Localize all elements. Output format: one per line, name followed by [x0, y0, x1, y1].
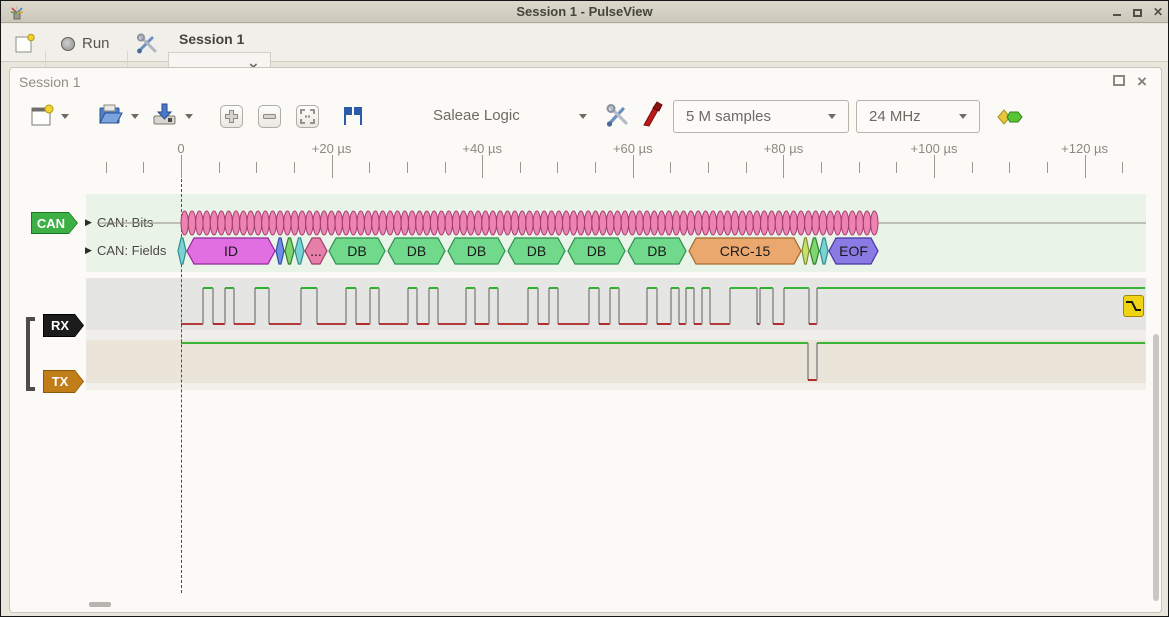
time-cursor-line[interactable]: [181, 179, 182, 593]
ruler-label: +100 µs: [911, 141, 958, 156]
configure-device-icon[interactable]: [604, 103, 630, 129]
ruler-tick: [708, 162, 709, 173]
ruler-tick: [746, 162, 747, 173]
main-toolbar: Run Session 1 ×: [1, 24, 1168, 62]
channel-group-bracket: [26, 317, 35, 391]
rx-tag-label: RX: [44, 315, 83, 336]
ruler-tick: [106, 162, 107, 173]
row-gap: [86, 383, 1146, 390]
ruler-tick: [896, 162, 897, 173]
ruler-tick: [633, 155, 634, 178]
ruler-tick: [783, 155, 784, 178]
panel-title: Session 1: [19, 74, 80, 90]
ruler-label: +120 µs: [1061, 141, 1108, 156]
open-file-dropdown-arrow[interactable]: [131, 114, 139, 119]
ruler-tick: [219, 162, 220, 173]
zoom-out-button[interactable]: [258, 105, 281, 128]
ruler-label: +40 µs: [462, 141, 502, 156]
open-file-icon[interactable]: [97, 102, 124, 128]
decoder-tag-label: CAN: [32, 213, 77, 233]
show-cursors-icon[interactable]: [341, 105, 365, 127]
tx-trace-background[interactable]: [86, 340, 1146, 383]
ruler-label: +20 µs: [312, 141, 352, 156]
zoom-in-button[interactable]: [220, 105, 243, 128]
ruler-tick: [557, 162, 558, 173]
zoom-fit-button[interactable]: [296, 105, 319, 128]
ruler-tick: [821, 162, 822, 173]
new-file-icon[interactable]: [29, 103, 55, 129]
decoder-tag-can[interactable]: CAN: [31, 212, 78, 234]
close-window-button[interactable]: ✕: [1153, 7, 1163, 17]
ruler-tick: [407, 162, 408, 173]
ruler-label: 0: [177, 141, 184, 156]
ruler-tick: [143, 162, 144, 173]
sample-rate-value: 24 MHz: [869, 108, 921, 125]
tx-tag-label: TX: [44, 371, 83, 392]
panel-close-icon[interactable]: ×: [1137, 72, 1147, 92]
ruler-tick: [445, 162, 446, 173]
run-icon[interactable]: [61, 37, 75, 51]
decoder-fields-row-label: CAN: Fields: [97, 243, 166, 258]
settings-icon[interactable]: [135, 33, 159, 55]
ruler-tick: [670, 162, 671, 173]
device-select[interactable]: Saleae Logic: [433, 107, 520, 124]
vertical-scrollbar[interactable]: [1153, 334, 1159, 601]
save-icon[interactable]: [151, 102, 178, 128]
tab-label[interactable]: Session 1: [179, 31, 244, 47]
new-session-icon[interactable]: [14, 33, 36, 55]
ruler-tick: [934, 155, 935, 178]
ruler-tick: [256, 162, 257, 173]
minimize-button[interactable]: [1113, 14, 1121, 16]
channels-probe-icon[interactable]: [640, 101, 664, 129]
ruler-tick: [972, 162, 973, 173]
ruler-tick: [595, 162, 596, 173]
save-dropdown-arrow[interactable]: [185, 114, 193, 119]
sample-count-dropdown-arrow: [828, 114, 836, 119]
sample-rate-dropdown-arrow: [959, 114, 967, 119]
sample-count-select[interactable]: 5 M samples: [673, 100, 849, 133]
ruler-label: +80 µs: [764, 141, 804, 156]
zoom-in-icon: [222, 107, 241, 126]
ruler-tick: [332, 155, 333, 178]
device-dropdown-arrow[interactable]: [579, 114, 587, 119]
ruler-tick: [1009, 162, 1010, 173]
ruler-tick: [181, 155, 182, 178]
expander-fields-icon[interactable]: ▶: [85, 245, 92, 256]
row-gap: [86, 330, 1146, 340]
ruler-tick: [1122, 162, 1123, 173]
decoder-bits-row-label: CAN: Bits: [97, 215, 153, 230]
ruler-tick: [294, 162, 295, 173]
app-window: Session 1 - PulseView ✕ Run Session 1 × …: [0, 0, 1169, 617]
ruler-tick: [1085, 155, 1086, 178]
run-button[interactable]: Run: [82, 35, 110, 52]
new-file-dropdown-arrow[interactable]: [61, 114, 69, 119]
horizontal-scrollbar[interactable]: [89, 602, 111, 607]
trigger-falling-edge-badge[interactable]: [1123, 295, 1144, 317]
rx-trace-background[interactable]: [86, 278, 1146, 330]
title-bar[interactable]: Session 1 - PulseView ✕: [1, 1, 1168, 23]
window-title: Session 1 - PulseView: [1, 4, 1168, 19]
ruler-tick: [859, 162, 860, 173]
add-decoder-icon[interactable]: [996, 107, 1024, 127]
ruler-tick: [369, 162, 370, 173]
ruler-tick: [482, 155, 483, 178]
sample-rate-select[interactable]: 24 MHz: [856, 100, 980, 133]
maximize-button[interactable]: [1133, 9, 1142, 17]
zoom-out-icon: [260, 107, 279, 126]
panel-float-icon[interactable]: [1113, 75, 1125, 86]
decoder-row-background[interactable]: [86, 194, 1146, 272]
sample-count-value: 5 M samples: [686, 108, 771, 125]
zoom-fit-icon: [298, 107, 317, 126]
ruler-tick: [1047, 162, 1048, 173]
ruler-label: +60 µs: [613, 141, 653, 156]
ruler-tick: [520, 162, 521, 173]
expander-bits-icon[interactable]: ▶: [85, 217, 92, 228]
